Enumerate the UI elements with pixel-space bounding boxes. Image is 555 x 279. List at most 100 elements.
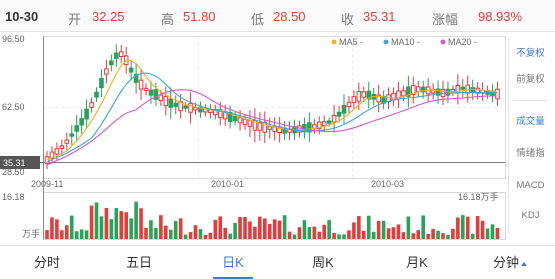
volume-bar [124, 212, 128, 239]
caret-up-icon [521, 261, 527, 266]
candle-body [128, 67, 134, 73]
candle-body [123, 55, 129, 66]
volume-bar [312, 226, 317, 239]
volume-bar [228, 233, 232, 239]
ma20-legend: MA20 - [448, 37, 477, 47]
tab-day-k[interactable]: 日K [208, 246, 258, 279]
volume-bar [461, 215, 465, 239]
no-adjust-button[interactable]: 不复权 [509, 42, 552, 66]
high-value: 51.80 [183, 9, 216, 24]
tab-month-k[interactable]: 月K [392, 246, 442, 279]
candle-body [163, 96, 169, 107]
candle-body [158, 94, 164, 102]
volume-bar [485, 228, 490, 239]
candle-body [109, 60, 114, 66]
tab-week-k[interactable]: 周K [298, 246, 348, 279]
candle-body [89, 102, 94, 108]
candle-body [118, 51, 124, 57]
volume-bar [475, 216, 480, 239]
volume-bar [272, 219, 277, 239]
candle-body [242, 118, 248, 126]
candle-body [74, 125, 80, 132]
volume-indicator-button[interactable]: 成交量 [509, 110, 552, 134]
volume-bar [411, 233, 416, 239]
volume-bar [337, 234, 341, 239]
candle-body [173, 102, 178, 107]
kline-chart[interactable]: 35.31 96.50 62.50 28.50 2009-11 2010-01 … [0, 32, 555, 245]
ma5-legend: MA5 - [339, 37, 363, 47]
candle-body [336, 111, 342, 117]
low-value: 28.50 [273, 9, 306, 24]
volume-bar [401, 232, 406, 239]
volume-bar [297, 227, 302, 239]
candle-body [64, 139, 70, 144]
ma10-legend-dot [383, 39, 389, 45]
volume-bar [322, 224, 326, 239]
volume-bar [371, 231, 376, 239]
volume-bar [154, 227, 158, 239]
volume-bar [267, 223, 272, 239]
sentiment-indicator-button[interactable]: 情绪指 [509, 142, 552, 166]
ma20-legend-dot [440, 39, 446, 45]
date-label-2: 2010-03 [371, 179, 404, 189]
candle-body [321, 121, 327, 127]
ma-line [46, 60, 498, 161]
candle-body [356, 91, 362, 102]
candle-body [237, 117, 243, 124]
volume-bar [198, 229, 203, 239]
volume-bar [258, 216, 262, 239]
volume-max: 16.18 [2, 192, 25, 202]
volume-bar [253, 226, 257, 239]
kdj-indicator-button[interactable]: KDJ [509, 204, 552, 228]
high-label: 高 [161, 12, 175, 27]
volume-bar [208, 232, 213, 239]
volume-bar [451, 228, 455, 239]
volume-bar [84, 230, 89, 239]
candlesticks [44, 44, 500, 170]
ma5-legend-dot [331, 39, 337, 45]
y-axis-min: 28.50 [2, 167, 25, 177]
volume-bar [456, 217, 460, 239]
volume-bar [168, 229, 173, 239]
volume-bar [134, 201, 138, 239]
candle-body [148, 89, 154, 96]
volume-bar [263, 218, 267, 239]
candle-body [183, 105, 188, 109]
volume-bar [94, 202, 99, 239]
candle-body [79, 118, 84, 126]
candle-body [143, 87, 149, 92]
candle-body [104, 68, 109, 75]
candle-body [465, 84, 471, 94]
volume-bar [109, 219, 114, 239]
volume-bar [183, 234, 188, 239]
volume-bar [465, 216, 470, 239]
volume-bar [144, 227, 148, 239]
ma10-legend: MA10 - [391, 37, 420, 47]
volume-bar [65, 225, 69, 239]
volume-bar [376, 220, 381, 239]
tab-minutes[interactable]: 分钟 [480, 246, 540, 279]
volume-bar [159, 215, 163, 239]
volume-bar [164, 225, 168, 239]
volume-bar [421, 215, 425, 239]
volume-bar [203, 234, 208, 239]
period-tab-bar: 分时 五日 日K 周K 月K 分钟 [0, 245, 555, 279]
candle-body [247, 120, 253, 128]
volume-bar [446, 234, 450, 239]
date-label-1: 2010-01 [211, 179, 244, 189]
candle-body [326, 120, 332, 124]
volume-bar [149, 220, 153, 239]
volume-bar [287, 231, 292, 239]
quote-date: 10-30 [5, 9, 39, 24]
kline-chart-area[interactable]: 35.31 96.50 62.50 28.50 2009-11 2010-01 … [0, 32, 555, 245]
open-value: 32.25 [92, 9, 125, 24]
tab-five-day[interactable]: 五日 [114, 246, 164, 279]
macd-indicator-button[interactable]: MACD [509, 174, 552, 198]
candle-body [59, 145, 65, 149]
pre-adjust-button[interactable]: 前复权 [509, 68, 552, 92]
volume-bar [406, 216, 411, 239]
tab-minute[interactable]: 分时 [22, 246, 72, 279]
volume-bar [139, 208, 143, 239]
volume-bar [178, 218, 183, 239]
change-value: 98.93% [478, 9, 523, 24]
